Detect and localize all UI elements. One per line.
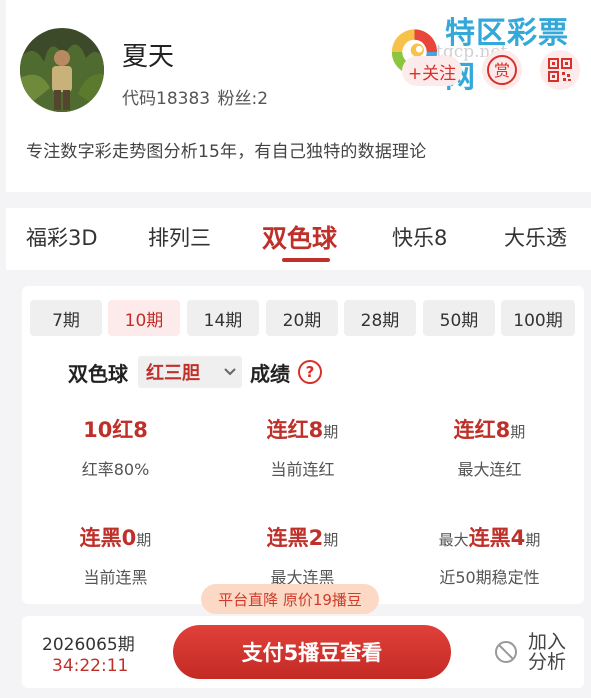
result-title-row: 双色球 红三胆 成绩 ? xyxy=(68,356,322,388)
qrcode-icon xyxy=(548,58,572,82)
issue-number: 2026065期 xyxy=(42,635,135,655)
stat-value: 连红8 xyxy=(453,418,511,442)
active-tab-underline xyxy=(282,258,330,262)
profile-card: 夏天 代码18383 粉丝:2 专注数字彩走势图分析15年，有自己独特的数据理论… xyxy=(6,0,591,192)
stat-label: 近50期稳定性 xyxy=(439,568,540,587)
stat-unit: 期 xyxy=(323,423,339,441)
lottery-tabs: 福彩3D 排列三 双色球 快乐8 大乐透 xyxy=(6,208,591,270)
tab-daletou[interactable]: 大乐透 xyxy=(504,222,567,252)
stat-label: 最大连红 xyxy=(457,460,522,479)
period-10[interactable]: 10期 xyxy=(108,300,180,336)
stat-hit-count: 10红8 红率80% xyxy=(22,414,209,480)
pay-view-button[interactable]: 支付5播豆查看 xyxy=(173,625,451,679)
stat-stability: 最大连黑4期 近50期稳定性 xyxy=(396,522,583,588)
stat-label: 当前连黑 xyxy=(83,568,148,587)
lottery-label: 双色球 xyxy=(68,361,128,386)
period-7[interactable]: 7期 xyxy=(30,300,102,336)
stat-value: 连黑4 xyxy=(468,526,526,550)
avatar[interactable] xyxy=(20,28,104,112)
tab-kuaile8[interactable]: 快乐8 xyxy=(392,222,447,252)
user-name: 夏天 xyxy=(122,42,175,72)
countdown-timer: 34:22:11 xyxy=(52,656,129,676)
stat-max-black-streak: 连黑2期 最大连黑 xyxy=(209,522,396,588)
period-28[interactable]: 28期 xyxy=(344,300,416,336)
stat-unit: 期 xyxy=(323,531,339,549)
period-14[interactable]: 14期 xyxy=(187,300,259,336)
stat-current-red-streak: 连红8期 当前连红 xyxy=(209,414,396,480)
stat-label: 当前连红 xyxy=(270,460,335,479)
tab-shuangseqiu[interactable]: 双色球 xyxy=(262,219,337,255)
user-code: 代码18383 xyxy=(122,89,211,109)
reward-glyph: 赏 xyxy=(494,61,510,80)
stats-card: 7期 10期 14期 20期 28期 50期 100期 双色球 红三胆 成绩 ?… xyxy=(22,286,584,604)
join-analysis-button[interactable]: 加入分析 xyxy=(494,632,568,672)
stat-value: 连红8 xyxy=(266,418,324,442)
user-bio: 专注数字彩走势图分析15年，有自己独特的数据理论 xyxy=(26,142,427,162)
stat-prefix: 最大 xyxy=(438,531,469,549)
stat-value: 连黑2 xyxy=(266,526,324,550)
stat-value: 10红8 xyxy=(83,418,148,442)
qrcode-button[interactable] xyxy=(540,50,580,90)
stat-unit: 期 xyxy=(136,531,152,549)
result-suffix: 成绩 xyxy=(250,361,290,386)
play-type-select[interactable]: 红三胆 xyxy=(138,356,242,388)
play-type-value: 红三胆 xyxy=(146,363,200,384)
stat-value: 连黑0 xyxy=(79,526,137,550)
stat-current-black-streak: 连黑0期 当前连黑 xyxy=(22,522,209,588)
stat-unit: 期 xyxy=(510,423,526,441)
period-20[interactable]: 20期 xyxy=(266,300,338,336)
period-50[interactable]: 50期 xyxy=(423,300,495,336)
forbidden-icon xyxy=(495,641,517,663)
tab-pailie3[interactable]: 排列三 xyxy=(148,222,211,252)
avatar-image xyxy=(20,28,104,112)
chevron-down-icon xyxy=(224,368,236,376)
price-tip-badge: 平台直降 原价19播豆 xyxy=(201,584,379,614)
user-stats: 代码18383 粉丝:2 xyxy=(122,84,270,109)
help-icon[interactable]: ? xyxy=(298,360,322,384)
bottom-bar: 2026065期 34:22:11 支付5播豆查看 加入分析 xyxy=(22,616,584,688)
stat-unit: 期 xyxy=(525,531,541,549)
join-analysis-label: 加入分析 xyxy=(528,631,567,673)
reward-button[interactable]: 赏 xyxy=(482,50,522,90)
follow-button[interactable]: +关注 xyxy=(402,56,462,86)
stat-label: 红率80% xyxy=(81,460,150,479)
period-100[interactable]: 100期 xyxy=(501,300,575,336)
reward-icon: 赏 xyxy=(487,55,517,85)
user-fans: 粉丝:2 xyxy=(217,89,269,109)
stat-max-red-streak: 连红8期 最大连红 xyxy=(396,414,583,480)
tab-fucai3d[interactable]: 福彩3D xyxy=(26,222,98,252)
